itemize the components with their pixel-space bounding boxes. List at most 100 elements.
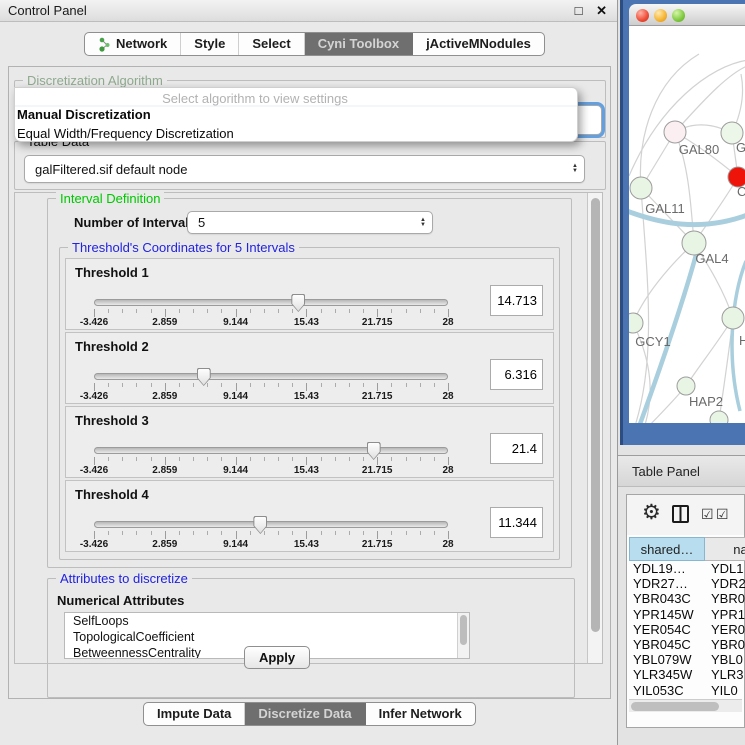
tick-mark: [448, 531, 449, 539]
table-row[interactable]: YER054CYER0: [629, 622, 745, 637]
table-row[interactable]: YLR345WYLR3: [629, 667, 745, 682]
tick-mark: [306, 383, 307, 391]
table-row[interactable]: YBR045CYBR0: [629, 637, 745, 652]
table-cell: YER0: [705, 622, 745, 637]
network-node-gal11[interactable]: [630, 177, 652, 199]
tick-mark: [363, 309, 364, 313]
tick-mark: [278, 309, 279, 313]
tab-discretize-data[interactable]: Discretize Data: [245, 703, 365, 725]
zoom-traffic-light-icon[interactable]: [672, 9, 685, 22]
tab-label: Select: [252, 33, 290, 55]
tick-label: 15.43: [294, 465, 319, 476]
num-intervals-combobox[interactable]: 5 ▲▼: [187, 211, 433, 234]
table-row[interactable]: YPR145WYPR1: [629, 607, 745, 622]
slider-track[interactable]: [94, 447, 448, 454]
tick-label: 15.43: [294, 391, 319, 402]
tick-label: 9.144: [223, 391, 248, 402]
close-traffic-light-icon[interactable]: [636, 9, 649, 22]
threshold-value-field[interactable]: 11.344: [490, 507, 543, 538]
network-node-h[interactable]: [722, 307, 744, 329]
tick-mark: [306, 531, 307, 539]
slider-track[interactable]: [94, 373, 448, 380]
tick-mark: [292, 457, 293, 461]
tick-label: 21.715: [362, 539, 393, 550]
checkbox-icon[interactable]: ☑: [716, 506, 729, 523]
threshold-value-field[interactable]: 14.713: [490, 285, 543, 316]
checkbox-icon[interactable]: ☑: [701, 506, 714, 523]
table-row[interactable]: YDR27…YDR2: [629, 576, 745, 591]
tick-mark: [363, 457, 364, 461]
network-node[interactable]: [710, 411, 728, 423]
tick-mark: [221, 383, 222, 387]
table-row[interactable]: YBR043CYBR0: [629, 591, 745, 606]
table-row[interactable]: YDL19…YDL1: [629, 561, 745, 576]
tab-cyni-toolbox[interactable]: Cyni Toolbox: [305, 33, 413, 55]
column-header-2[interactable]: na: [705, 537, 745, 561]
table-data-combobox[interactable]: galFiltered.sif default node ▲▼: [24, 155, 585, 183]
table-row[interactable]: YBL079WYBL0: [629, 652, 745, 667]
node-label: GAL80: [679, 142, 719, 157]
tick-mark: [236, 383, 237, 391]
network-node-gcy1[interactable]: [629, 313, 643, 333]
table-horizontal-scrollbar[interactable]: [629, 699, 742, 712]
tick-mark: [377, 531, 378, 539]
slider-track[interactable]: [94, 299, 448, 306]
tick-mark: [349, 531, 350, 535]
column-header-1[interactable]: shared…: [629, 537, 705, 561]
tick-mark: [278, 457, 279, 461]
settings-scroll-area: Interval Definition Number of Intervals …: [14, 192, 603, 664]
attribute-item-selfloops[interactable]: SelfLoops: [65, 613, 469, 629]
interval-definition-group: Interval Definition Number of Intervals …: [47, 198, 572, 568]
node-label: HAP2: [689, 394, 723, 409]
tab-impute-data[interactable]: Impute Data: [144, 703, 245, 725]
slider-track[interactable]: [94, 521, 448, 528]
dropdown-item-manual-discretization[interactable]: Manual Discretization: [15, 105, 577, 124]
gear-icon[interactable]: ⚙: [642, 500, 661, 525]
dropdown-item-equal-width-frequency-discretization[interactable]: Equal Width/Frequency Discretization: [15, 124, 577, 142]
list-scrollbar[interactable]: [457, 613, 469, 658]
tick-mark: [335, 457, 336, 461]
group-title-thresholds: Threshold's Coordinates for 5 Intervals: [68, 240, 299, 255]
network-canvas[interactable]: GAL80GACGAL11GAL4GCY1HHAP2: [629, 26, 745, 423]
tick-mark: [321, 531, 322, 535]
tab-jactivemnodules[interactable]: jActiveMNodules: [413, 33, 544, 55]
float-window-icon[interactable]: □: [575, 0, 583, 22]
tick-label: 15.43: [294, 539, 319, 550]
threshold-slider[interactable]: -3.4262.8599.14415.4321.71528: [94, 517, 448, 549]
tab-select[interactable]: Select: [239, 33, 304, 55]
threshold-slider[interactable]: -3.4262.8599.14415.4321.71528: [94, 443, 448, 475]
tick-mark: [420, 383, 421, 387]
node-label: C: [737, 184, 745, 199]
attribute-item-topologicalcoefficient[interactable]: TopologicalCoefficient: [65, 629, 469, 645]
apply-button[interactable]: Apply: [244, 646, 310, 669]
tick-mark: [321, 457, 322, 461]
tick-mark: [136, 531, 137, 535]
network-node-gal80[interactable]: [664, 121, 686, 143]
network-node-hap2[interactable]: [677, 377, 695, 395]
tick-mark: [193, 383, 194, 387]
tab-label: Style: [194, 33, 225, 55]
threshold-value-field[interactable]: 6.316: [490, 359, 543, 390]
tick-mark: [151, 531, 152, 535]
tab-infer-network[interactable]: Infer Network: [366, 703, 475, 725]
settings-scrollbar[interactable]: [587, 193, 602, 663]
tick-mark: [420, 309, 421, 313]
minimize-traffic-light-icon[interactable]: [654, 9, 667, 22]
table-cell: YPR145W: [629, 607, 705, 622]
columns-icon[interactable]: [672, 505, 689, 523]
tick-label: 21.715: [362, 391, 393, 402]
table-row[interactable]: YIL053CYIL0: [629, 683, 745, 698]
close-icon[interactable]: ✕: [596, 0, 607, 22]
table-cell: YER054C: [629, 622, 705, 637]
tick-mark: [306, 309, 307, 317]
tab-style[interactable]: Style: [181, 33, 239, 55]
tick-mark: [264, 531, 265, 535]
threshold-slider[interactable]: -3.4262.8599.14415.4321.71528: [94, 369, 448, 401]
tab-network[interactable]: Network: [85, 33, 181, 55]
tick-mark: [207, 309, 208, 313]
threshold-slider[interactable]: -3.4262.8599.14415.4321.71528: [94, 295, 448, 327]
tick-mark: [94, 309, 95, 317]
table-cell: YDL19…: [629, 561, 705, 576]
threshold-value-field[interactable]: 21.4: [490, 433, 543, 464]
tick-mark: [264, 309, 265, 313]
